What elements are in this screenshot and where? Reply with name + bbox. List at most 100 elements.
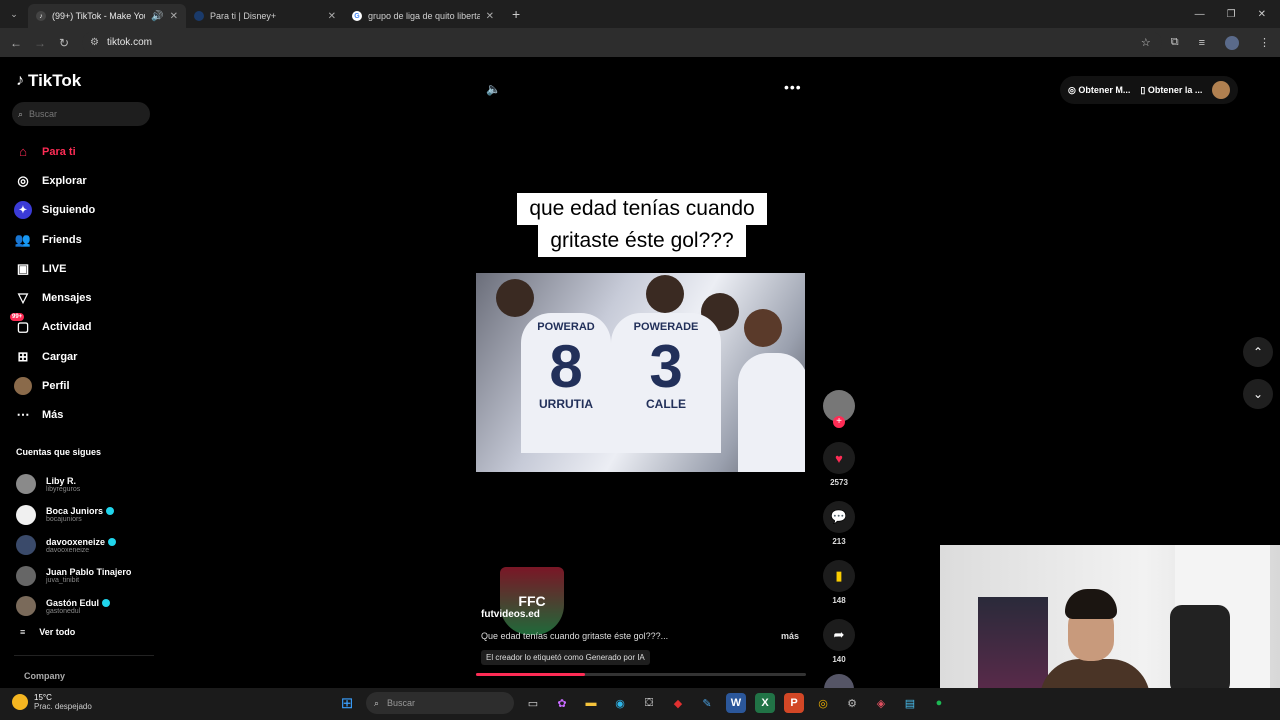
more-options-icon[interactable]: ••• [784, 79, 802, 95]
video-progress-bar[interactable] [476, 673, 806, 676]
taskbar-search-input[interactable]: ⌕ Buscar [366, 692, 514, 714]
creator-avatar[interactable]: + [823, 390, 855, 428]
tab-tiktok[interactable]: ♪ (99+) TikTok - Make Your D 🔊 ✕ [28, 4, 186, 28]
word-icon[interactable]: W [726, 693, 746, 713]
browser-menu-icon[interactable]: ⋮ [1259, 36, 1270, 49]
previous-video-button[interactable]: ⌃ [1243, 337, 1273, 367]
url-field[interactable]: ⚙ tiktok.com [82, 32, 1162, 53]
task-view-icon[interactable]: ▭ [523, 693, 543, 713]
save-button[interactable]: ▮ [823, 560, 855, 592]
close-tab-icon[interactable]: ✕ [328, 11, 336, 22]
new-tab-button[interactable]: + [512, 6, 520, 22]
powerpoint-icon[interactable]: P [784, 693, 804, 713]
app-red-icon[interactable]: ◆ [668, 693, 688, 713]
close-tab-icon[interactable]: ✕ [486, 11, 494, 22]
more-button[interactable]: más [781, 631, 799, 641]
video-caption-overlay: que edad tenías cuando gritaste éste gol… [495, 193, 789, 257]
user-avatar[interactable] [1212, 81, 1231, 99]
search-input[interactable]: ⌕ Buscar [12, 102, 150, 126]
get-app-button[interactable]: ▯ Obtener la ... [1140, 85, 1202, 96]
media-control-icon[interactable]: ≡ [1199, 37, 1205, 49]
nav-item-siguiendo[interactable]: ✦ Siguiendo [14, 196, 154, 225]
get-coins-button[interactable]: ◎ Obtener M... [1068, 85, 1130, 96]
follow-plus-icon[interactable]: + [833, 416, 845, 428]
avatar [16, 596, 36, 617]
reload-icon[interactable]: ↻ [52, 36, 76, 50]
video-description: Que edad tenías cuando gritaste éste gol… [481, 631, 669, 641]
site-info-icon[interactable]: ⚙ [90, 37, 99, 48]
account-handle: davooxeneize [46, 546, 90, 554]
logo-text: TikTok [28, 71, 82, 90]
avatar [16, 535, 36, 556]
see-all-button[interactable]: ≡ Ver todo [20, 627, 75, 637]
player-head [496, 279, 534, 317]
share-button[interactable]: ➦ [823, 619, 855, 651]
back-icon[interactable]: ← [4, 36, 28, 50]
nav-item-friends[interactable]: 👥 Friends [14, 225, 154, 254]
avatar [16, 504, 36, 525]
maximize-icon[interactable]: ❐ [1227, 9, 1236, 20]
company-link[interactable]: Company [24, 671, 65, 681]
caption-line-1: que edad tenías cuando [517, 193, 767, 225]
comment-button[interactable]: 💬 [823, 501, 855, 533]
chrome-icon[interactable]: ◎ [813, 693, 833, 713]
extensions-icon[interactable]: ⧉ [1171, 36, 1179, 49]
weather-widget[interactable]: 15°C Prac. despejado [12, 693, 92, 711]
video-frame[interactable]: POWERAD 8 URRUTIA POWERADE 3 CALLE [476, 273, 805, 472]
file-explorer-icon[interactable]: ▬ [581, 693, 601, 713]
jersey-left: POWERAD 8 URRUTIA [521, 313, 611, 453]
settings-icon[interactable]: ⚙ [842, 693, 862, 713]
next-video-button[interactable]: ⌄ [1243, 379, 1273, 409]
tab-title: (99+) TikTok - Make Your D [52, 11, 145, 21]
excel-icon[interactable]: X [755, 693, 775, 713]
chevron-up-icon: ⌃ [1252, 345, 1264, 359]
nav-item-mensajes[interactable]: ▽ Mensajes [14, 283, 154, 312]
video-author[interactable]: futvideos.ed [481, 609, 540, 620]
nav-item-explorar[interactable]: ◎ Explorar [14, 166, 154, 195]
tab-google[interactable]: G grupo de liga de quito libertad ✕ [344, 4, 502, 28]
player-head [744, 309, 782, 347]
like-button[interactable]: ♥ [823, 442, 855, 474]
tiktok-logo[interactable]: ♪ TikTok [16, 71, 81, 91]
nav-item-perfil[interactable]: Perfil [14, 371, 154, 400]
close-window-icon[interactable]: ✕ [1258, 9, 1266, 20]
bookmark-star-icon[interactable]: ☆ [1141, 36, 1151, 49]
url-text: tiktok.com [106, 37, 152, 48]
weather-desc: Prac. despejado [34, 702, 92, 711]
copilot-icon[interactable]: ✿ [552, 693, 572, 713]
list-item[interactable]: Liby R. libyreguros [16, 469, 156, 500]
windows-taskbar: 15°C Prac. despejado ⊞ ⌕ Buscar ▭ ✿ ▬ ◉ … [0, 688, 1280, 720]
streamer [1040, 589, 1150, 688]
list-item[interactable]: Boca Juniors bocajuniors [16, 500, 156, 531]
nav-label: Más [42, 409, 64, 422]
notepad-icon[interactable]: ▤ [900, 693, 920, 713]
app-icon[interactable]: ◈ [871, 693, 891, 713]
nav-item-cargar[interactable]: ⊞ Cargar [14, 342, 154, 371]
store-icon[interactable]: ⛋ [639, 693, 659, 713]
tab-disney[interactable]: Para ti | Disney+ ✕ [186, 4, 344, 28]
forward-icon[interactable]: → [28, 36, 52, 50]
nav-item-actividad[interactable]: ▢ 99+ Actividad [10, 313, 154, 342]
edge-icon[interactable]: ◉ [610, 693, 630, 713]
nav-item-mas[interactable]: ⋯ Más [14, 401, 154, 430]
player-jersey [738, 353, 805, 472]
nav-label: Para ti [42, 145, 76, 158]
profile-avatar[interactable] [1225, 35, 1239, 50]
list-item[interactable]: Gastón Edul gastonedul [16, 591, 156, 622]
app-photos-icon[interactable]: ✎ [697, 693, 717, 713]
spotify-icon[interactable]: ● [929, 693, 949, 713]
nav-label: Actividad [42, 321, 92, 334]
nav-item-para-ti[interactable]: ⌂ Para ti [14, 137, 154, 166]
windows-start-icon[interactable]: ⊞ [337, 693, 357, 713]
tab-search-icon[interactable]: ⌄ [0, 0, 28, 28]
nav-item-live[interactable]: ▣ LIVE [14, 254, 154, 283]
list-item[interactable]: davooxeneize davooxeneize [16, 530, 156, 561]
account-name: Juan Pablo Tinajero [46, 567, 132, 578]
jersey-number: 8 [549, 333, 583, 400]
minimize-icon[interactable]: — [1195, 9, 1205, 20]
list-item[interactable]: Juan Pablo Tinajero juva_tinibit [16, 561, 156, 592]
save-count: 148 [832, 596, 846, 605]
volume-icon[interactable]: 🔈 [486, 82, 501, 96]
close-tab-icon[interactable]: ✕ [170, 11, 178, 22]
search-icon: ⌕ [18, 108, 24, 119]
